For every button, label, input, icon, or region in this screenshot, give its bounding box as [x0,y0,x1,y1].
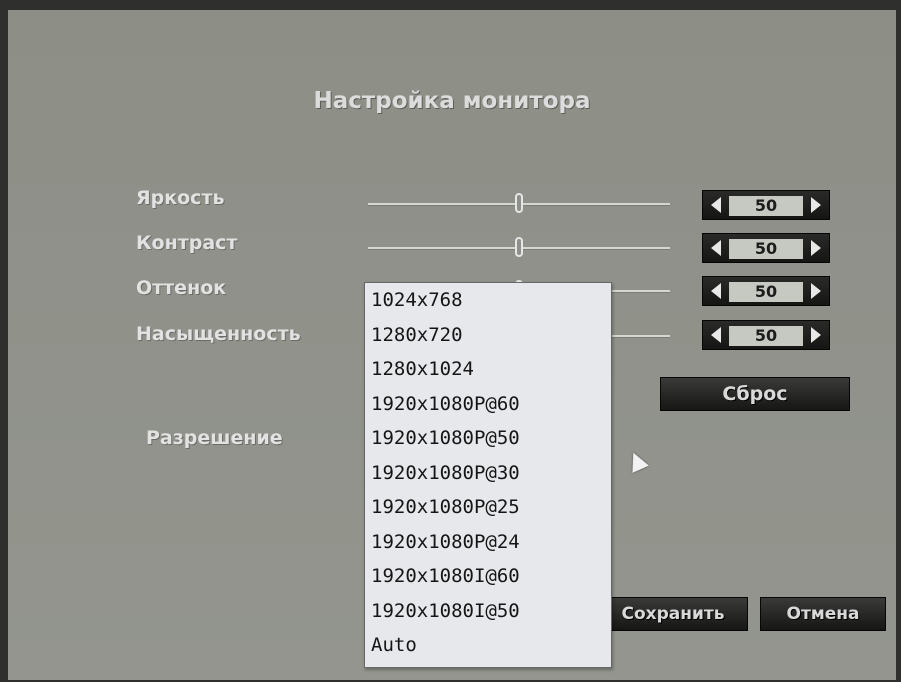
resolution-option[interactable]: 1280x720 [365,318,611,353]
increment-arrow-icon[interactable] [811,327,821,343]
decrement-arrow-icon[interactable] [711,327,721,343]
resolution-option[interactable]: 1920x1080P@60 [365,387,611,422]
resolution-dropdown-list[interactable]: 1024x768 1280x720 1280x1024 1920x1080P@6… [364,282,612,668]
stepper-brightness: 50 [702,190,830,220]
label-contrast: Контраст [136,232,238,254]
value-contrast: 50 [729,239,803,259]
resolution-option[interactable]: 1280x1024 [365,352,611,387]
stepper-hue: 50 [702,276,830,306]
stepper-saturation: 50 [702,320,830,350]
resolution-option[interactable]: 1920x1080I@60 [365,559,611,594]
resolution-option[interactable]: Auto [365,628,611,663]
cancel-button[interactable]: Отмена [760,597,886,631]
slider-brightness[interactable] [368,193,670,213]
monitor-settings-screen: Настройка монитора Яркость 50 Контраст 5… [8,10,896,680]
reset-button[interactable]: Сброс [660,377,850,411]
resolution-option[interactable]: 1024x768 [365,283,611,318]
increment-arrow-icon[interactable] [811,283,821,299]
stepper-contrast: 50 [702,233,830,263]
label-resolution: Разрешение [146,427,283,449]
mouse-pointer-icon [625,449,649,473]
decrement-arrow-icon[interactable] [711,197,721,213]
save-button[interactable]: Сохранить [598,597,748,631]
label-saturation: Насыщенность [136,323,301,345]
resolution-option[interactable]: 1920x1080P@30 [365,456,611,491]
label-hue: Оттенок [136,277,227,299]
resolution-option[interactable]: 1920x1080P@25 [365,490,611,525]
increment-arrow-icon[interactable] [811,197,821,213]
decrement-arrow-icon[interactable] [711,240,721,256]
slider-thumb[interactable] [515,193,523,213]
resolution-option[interactable]: 1920x1080I@50 [365,594,611,629]
slider-contrast[interactable] [368,237,670,257]
value-saturation: 50 [729,326,803,346]
resolution-option[interactable]: 1920x1080P@50 [365,421,611,456]
increment-arrow-icon[interactable] [811,240,821,256]
page-title: Настройка монитора [313,88,591,114]
slider-thumb[interactable] [515,237,523,257]
value-hue: 50 [729,282,803,302]
decrement-arrow-icon[interactable] [711,283,721,299]
value-brightness: 50 [729,196,803,216]
label-brightness: Яркость [136,187,225,209]
resolution-option[interactable]: 1920x1080P@24 [365,525,611,560]
